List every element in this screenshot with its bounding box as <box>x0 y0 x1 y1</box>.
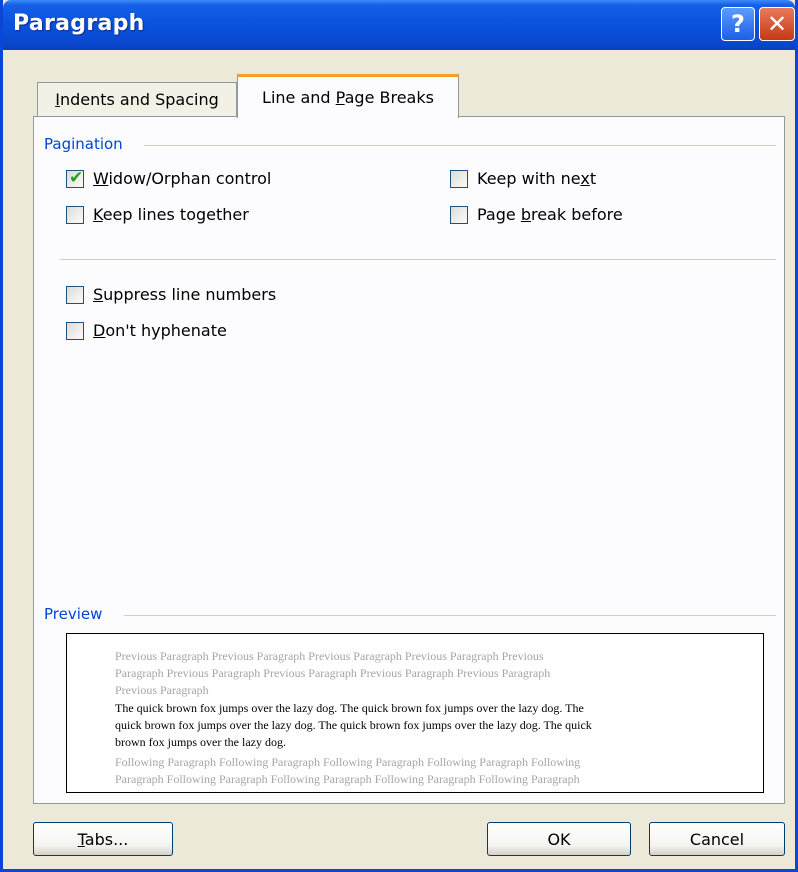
button-label: Cancel <box>689 829 745 849</box>
checkbox-label: Suppress line numbers <box>93 285 277 304</box>
preview-line: quick brown fox jumps over the lazy dog.… <box>115 718 592 732</box>
checkbox-box: ✔ <box>66 167 84 188</box>
help-button[interactable]: ? <box>721 7 755 41</box>
preview-line: Paragraph Previous Paragraph Previous Pa… <box>115 666 551 680</box>
tab-panel: Pagination ✔ Widow/Orphan control Keep l… <box>33 116 785 804</box>
paragraph-dialog: Paragraph ? ✕ Indents and Spacing Line a… <box>0 0 798 872</box>
help-icon: ? <box>731 10 745 38</box>
pagination-divider <box>144 145 776 146</box>
checkbox-label: Don't hyphenate <box>93 321 227 340</box>
tab-label: Indents and Spacing <box>55 90 219 109</box>
checkmark-icon: ✔ <box>69 167 84 188</box>
preview-line: Paragraph Following Paragraph Following … <box>115 772 580 786</box>
preview-following-paragraph: Following Paragraph Following Paragraph … <box>115 754 725 788</box>
preview-group-label: Preview <box>44 605 103 623</box>
preview-divider <box>124 615 776 616</box>
button-label: Tabs... <box>77 829 129 849</box>
pagination-group-label: Pagination <box>44 135 123 153</box>
preview-line: brown fox jumps over the lazy dog. <box>115 735 286 749</box>
checkbox-label: Keep lines together <box>93 205 249 224</box>
preview-previous-paragraph: Previous Paragraph Previous Paragraph Pr… <box>115 648 725 699</box>
tab-label: Line and Page Breaks <box>262 88 434 107</box>
checkbox-label: Widow/Orphan control <box>93 169 272 188</box>
section-divider <box>60 259 776 260</box>
title-bar[interactable]: Paragraph ? ✕ <box>3 0 795 50</box>
preview-line: The quick brown fox jumps over the lazy … <box>115 701 584 715</box>
button-label: OK <box>547 829 571 849</box>
tabs-button[interactable]: Tabs... <box>33 822 173 856</box>
close-icon: ✕ <box>766 10 788 38</box>
checkbox-box <box>66 285 84 304</box>
checkbox-box <box>66 205 84 224</box>
close-button[interactable]: ✕ <box>759 7 795 41</box>
widow-orphan-control-checkbox[interactable]: ✔ Widow/Orphan control <box>66 167 272 188</box>
checkbox-box <box>450 205 468 224</box>
checkbox-label: Keep with next <box>477 169 597 188</box>
page-break-before-checkbox[interactable]: Page break before <box>450 205 623 224</box>
cancel-button[interactable]: Cancel <box>649 822 785 856</box>
keep-with-next-checkbox[interactable]: Keep with next <box>450 169 596 188</box>
checkbox-label: Page break before <box>477 205 623 224</box>
preview-pane: Previous Paragraph Previous Paragraph Pr… <box>66 633 764 793</box>
preview-line: Previous Paragraph <box>115 683 209 697</box>
checkbox-box <box>66 321 84 340</box>
tab-line-and-page-breaks[interactable]: Line and Page Breaks <box>237 74 459 118</box>
preview-line: Following Paragraph Following Paragraph … <box>115 755 581 769</box>
window-title: Paragraph <box>13 11 145 36</box>
preview-line: Previous Paragraph Previous Paragraph Pr… <box>115 649 544 663</box>
checkbox-box <box>450 169 468 188</box>
tab-indents-and-spacing[interactable]: Indents and Spacing <box>37 82 237 116</box>
dont-hyphenate-checkbox[interactable]: Don't hyphenate <box>66 321 227 340</box>
keep-lines-together-checkbox[interactable]: Keep lines together <box>66 205 249 224</box>
ok-button[interactable]: OK <box>487 822 631 856</box>
preview-sample-paragraph: The quick brown fox jumps over the lazy … <box>115 700 725 751</box>
suppress-line-numbers-checkbox[interactable]: Suppress line numbers <box>66 285 276 304</box>
